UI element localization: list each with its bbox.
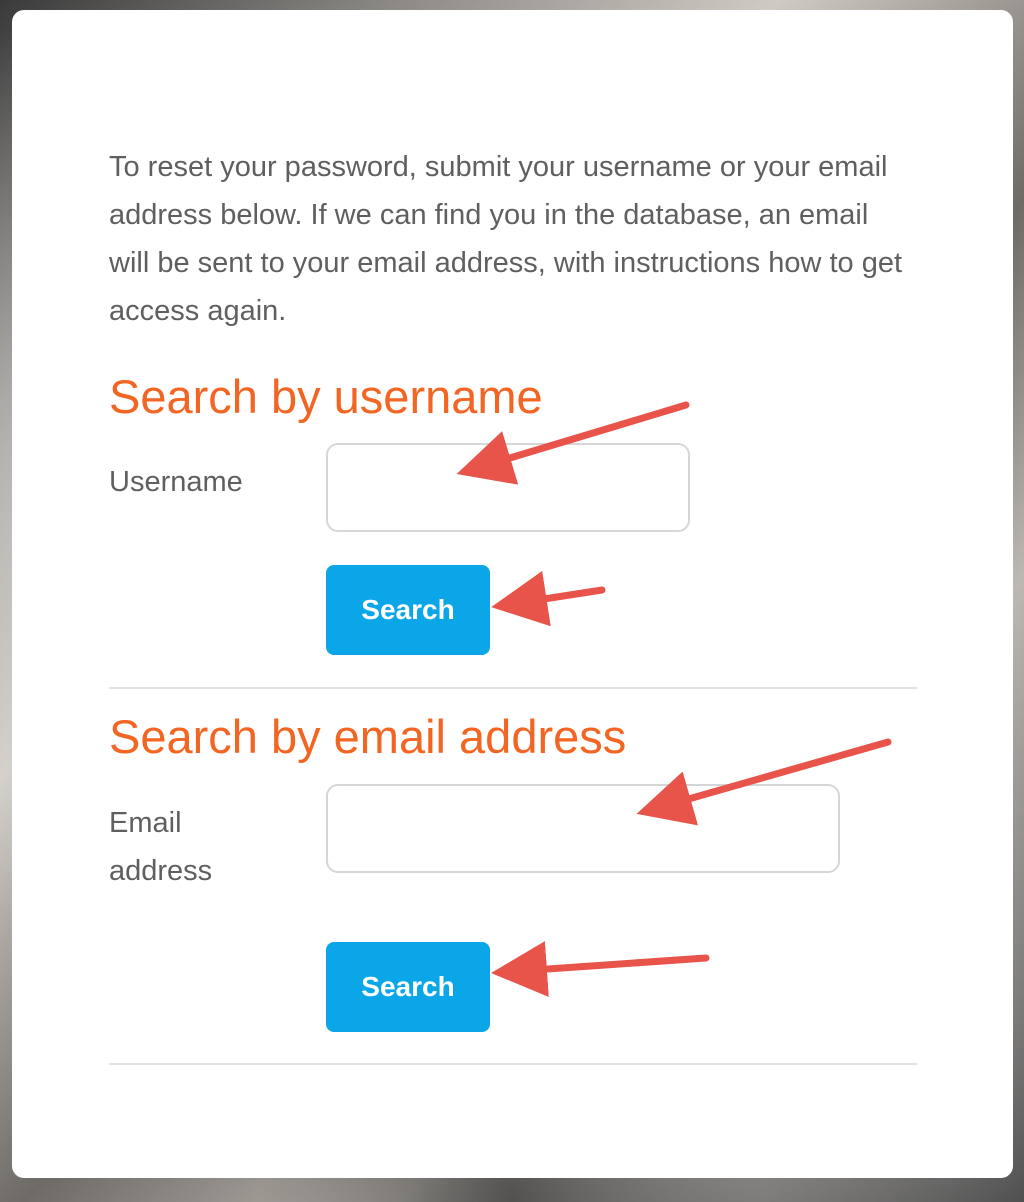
search-by-email-button[interactable]: Search bbox=[326, 942, 490, 1032]
section-divider bbox=[109, 1063, 917, 1065]
intro-text: To reset your password, submit your user… bbox=[109, 151, 903, 327]
username-section-heading: Search by username bbox=[109, 370, 543, 423]
username-input[interactable] bbox=[326, 443, 690, 532]
password-reset-card: To reset your password, submit your user… bbox=[12, 10, 1013, 1178]
email-input[interactable] bbox=[326, 784, 840, 873]
search-by-username-button[interactable]: Search bbox=[326, 565, 490, 655]
section-divider bbox=[109, 687, 917, 689]
username-label: Username bbox=[109, 466, 243, 498]
email-label: Email address bbox=[109, 807, 213, 887]
email-section-heading: Search by email address bbox=[109, 710, 627, 763]
